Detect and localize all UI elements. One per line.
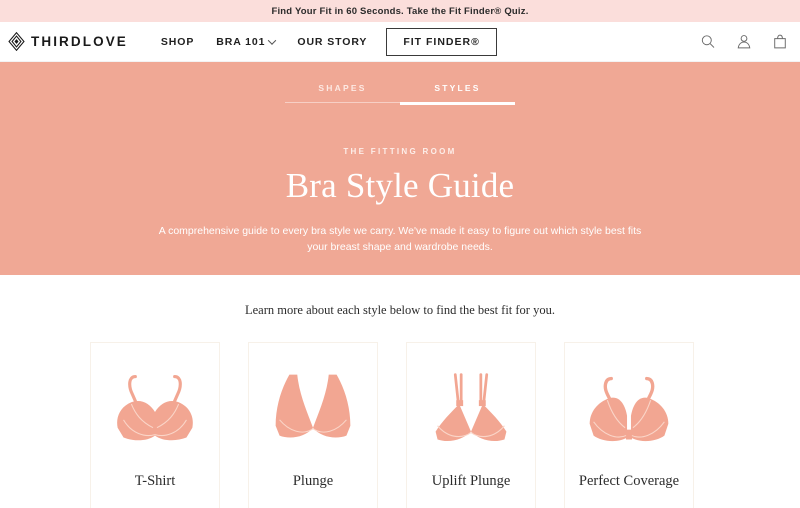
styles-section: Learn more about each style below to fin… (0, 275, 800, 508)
nav-item-shop-label: SHOP (160, 35, 195, 48)
tab-styles[interactable]: STYLES (400, 83, 515, 115)
fit-finder-button[interactable]: FIT FINDER® (386, 27, 497, 56)
hero-tabs: SHAPES STYLES (285, 83, 515, 115)
shopping-bag-icon[interactable] (772, 33, 788, 50)
nav-item-bra-101-label: BRA 101 (216, 35, 266, 48)
style-card-uplift-plunge[interactable]: Uplift Plunge (406, 342, 536, 508)
promo-banner-text: Find Your Fit in 60 Seconds. Take the Fi… (271, 5, 529, 17)
header-actions (700, 33, 788, 50)
section-intro: Learn more about each style below to fin… (245, 303, 555, 317)
brand-logo[interactable]: THIRDLOVE (8, 32, 128, 51)
bra-perfect-coverage-icon (589, 376, 669, 442)
style-card-grid: T-Shirt Plunge Uplift Plunge Perfect Cov… (90, 342, 710, 508)
nav-item-shop[interactable]: SHOP (150, 30, 205, 54)
style-card-tshirt-label: T-Shirt (134, 473, 176, 489)
bra-uplift-plunge-icon (435, 373, 507, 442)
chevron-down-icon (268, 35, 277, 45)
hero-eyebrow: THE FITTING ROOM (343, 147, 457, 156)
style-card-uplift-plunge-label: Uplift Plunge (431, 473, 511, 489)
style-card-plunge[interactable]: Plunge (248, 342, 378, 508)
hero-section: SHAPES STYLES THE FITTING ROOM Bra Style… (0, 62, 800, 275)
style-card-tshirt[interactable]: T-Shirt (90, 342, 220, 508)
nav-item-our-story[interactable]: OUR STORY (286, 30, 378, 54)
bra-plunge-icon (275, 374, 351, 438)
tab-shapes[interactable]: SHAPES (285, 83, 400, 115)
tab-styles-underline (400, 102, 515, 105)
diamond-logo-icon (8, 32, 25, 51)
search-icon[interactable] (700, 33, 716, 50)
tab-styles-label: STYLES (434, 83, 481, 93)
page-title: Bra Style Guide (285, 166, 515, 205)
bra-tshirt-icon (117, 374, 193, 441)
style-card-perfect-coverage[interactable]: Perfect Coverage (564, 342, 694, 508)
style-card-plunge-label: Plunge (292, 473, 334, 489)
main-nav: SHOP BRA 101 OUR STORY FIT FINDER® (150, 27, 497, 56)
hero-description: A comprehensive guide to every bra style… (158, 225, 642, 253)
tab-shapes-label: SHAPES (318, 83, 367, 93)
promo-banner[interactable]: Find Your Fit in 60 Seconds. Take the Fi… (0, 0, 800, 22)
tab-shapes-underline (285, 102, 400, 103)
style-card-perfect-coverage-label: Perfect Coverage (578, 473, 680, 489)
brand-name: THIRDLOVE (31, 34, 128, 49)
site-header: THIRDLOVE SHOP BRA 101 OUR STORY FIT FIN… (0, 22, 800, 62)
nav-item-our-story-label: OUR STORY (297, 35, 368, 48)
account-icon[interactable] (736, 33, 752, 50)
nav-item-bra-101[interactable]: BRA 101 (205, 30, 286, 54)
